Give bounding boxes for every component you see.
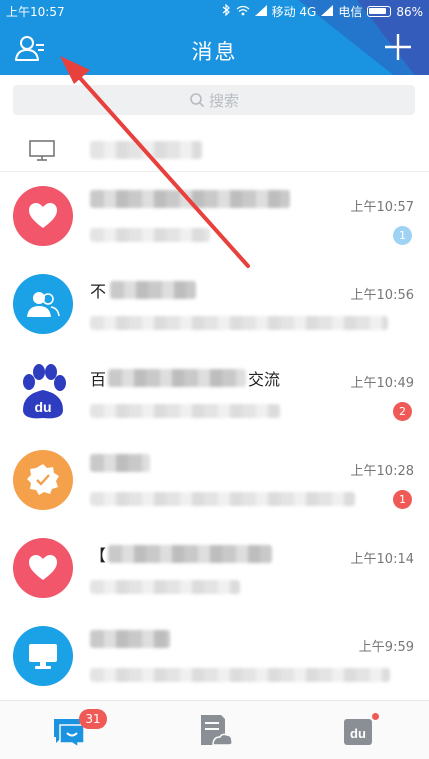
app-bar: 消息 (0, 22, 429, 75)
chat-time: 上午10:14 (350, 552, 414, 567)
chat-preview (90, 667, 390, 686)
chat-item[interactable]: 上午10:57 1 (0, 172, 429, 260)
blurred-name (108, 545, 273, 563)
chat-preview (90, 227, 210, 246)
chat-time: 上午10:49 (350, 376, 414, 391)
chat-name (90, 190, 290, 208)
unread-badge: 1 (393, 226, 412, 245)
chat-name-suffix: 交流 (248, 370, 281, 389)
messages-badge: 31 (79, 709, 107, 729)
heart-icon (29, 203, 57, 228)
chat-time: 上午10:57 (350, 200, 414, 215)
monitor-icon (29, 644, 57, 669)
chat-preview (90, 315, 388, 334)
wifi-icon (236, 5, 250, 19)
avatar: du (13, 362, 73, 422)
chat-time: 上午9:59 (358, 640, 414, 655)
header-bar: 上午10:57 移动 4G 电信 86% 消息 (0, 0, 429, 75)
blurred-preview (90, 228, 210, 242)
blurred-preview (90, 668, 390, 682)
carrier-1: 移动 4G (271, 5, 317, 19)
blurred-preview (90, 580, 240, 594)
avatar (13, 274, 73, 334)
contacts-icon (27, 292, 60, 317)
svg-text:du: du (34, 399, 51, 415)
status-bar: 上午10:57 移动 4G 电信 86% (0, 0, 429, 22)
blurred-name (90, 190, 290, 208)
avatar (13, 450, 73, 510)
page-title: 消息 (191, 40, 238, 64)
blurred-name (108, 369, 247, 387)
search-placeholder: 搜索 (208, 91, 239, 110)
chat-time: 上午10:56 (350, 288, 414, 303)
unread-badge: 1 (393, 490, 412, 509)
plus-icon (385, 34, 411, 60)
blurred-preview (90, 404, 280, 418)
signal-icon (254, 4, 267, 19)
chat-name: 不 (90, 278, 197, 302)
heart-icon (29, 555, 57, 580)
signal-icon (321, 4, 334, 19)
document-cloud-icon (201, 715, 233, 746)
chat-preview (90, 579, 240, 598)
avatar (13, 538, 73, 598)
battery-icon (367, 6, 392, 17)
chat-name (90, 454, 150, 472)
chat-preview (90, 403, 280, 422)
blurred-name (110, 281, 197, 299)
blurred-preview (90, 316, 388, 330)
baidu-paw-icon: du (23, 364, 66, 419)
chat-item[interactable]: 上午10:28 1 (0, 436, 429, 524)
tab-documents[interactable] (195, 711, 235, 751)
add-button[interactable] (383, 32, 413, 62)
chat-name-prefix: 【 (90, 546, 107, 565)
chat-name-prefix: 不 (90, 282, 107, 301)
blurred-preview (90, 492, 355, 506)
blurred-name (90, 630, 170, 648)
chat-name (90, 630, 170, 648)
battery-level: 86% (396, 4, 423, 19)
chat-item[interactable]: 上午9:59 (0, 612, 429, 700)
chat-name: 百 交流 (90, 366, 280, 390)
status-indicators: 移动 4G 电信 86% (222, 3, 423, 20)
chat-list: 上午10:57 1 不 上午10:56 du 百 交流 上午10:49 2 上午… (0, 172, 429, 700)
chat-time: 上午10:28 (350, 464, 414, 479)
tab-bar: 31 du (0, 700, 429, 759)
chat-preview (90, 491, 355, 510)
status-time: 上午10:57 (6, 5, 65, 19)
chat-item[interactable]: 不 上午10:56 (0, 260, 429, 348)
search-bar[interactable]: 搜索 (13, 85, 415, 115)
blurred-device-name (90, 141, 202, 159)
chat-name-prefix: 百 (90, 370, 107, 389)
carrier-2: 电信 (338, 5, 363, 19)
chat-name: 【 (90, 542, 273, 566)
blurred-name (90, 454, 150, 472)
avatar (13, 626, 73, 686)
chat-item[interactable]: du 百 交流 上午10:49 2 (0, 348, 429, 436)
bluetooth-icon (222, 3, 231, 19)
search-icon (190, 93, 205, 108)
pc-device-row[interactable] (0, 128, 429, 172)
computer-icon (29, 140, 55, 161)
verified-badge-icon (27, 464, 59, 495)
notification-dot (372, 713, 379, 720)
chat-item[interactable]: 【 上午10:14 (0, 524, 429, 612)
unread-badge: 2 (393, 402, 412, 421)
avatar (13, 186, 73, 246)
svg-text:du: du (350, 726, 366, 741)
